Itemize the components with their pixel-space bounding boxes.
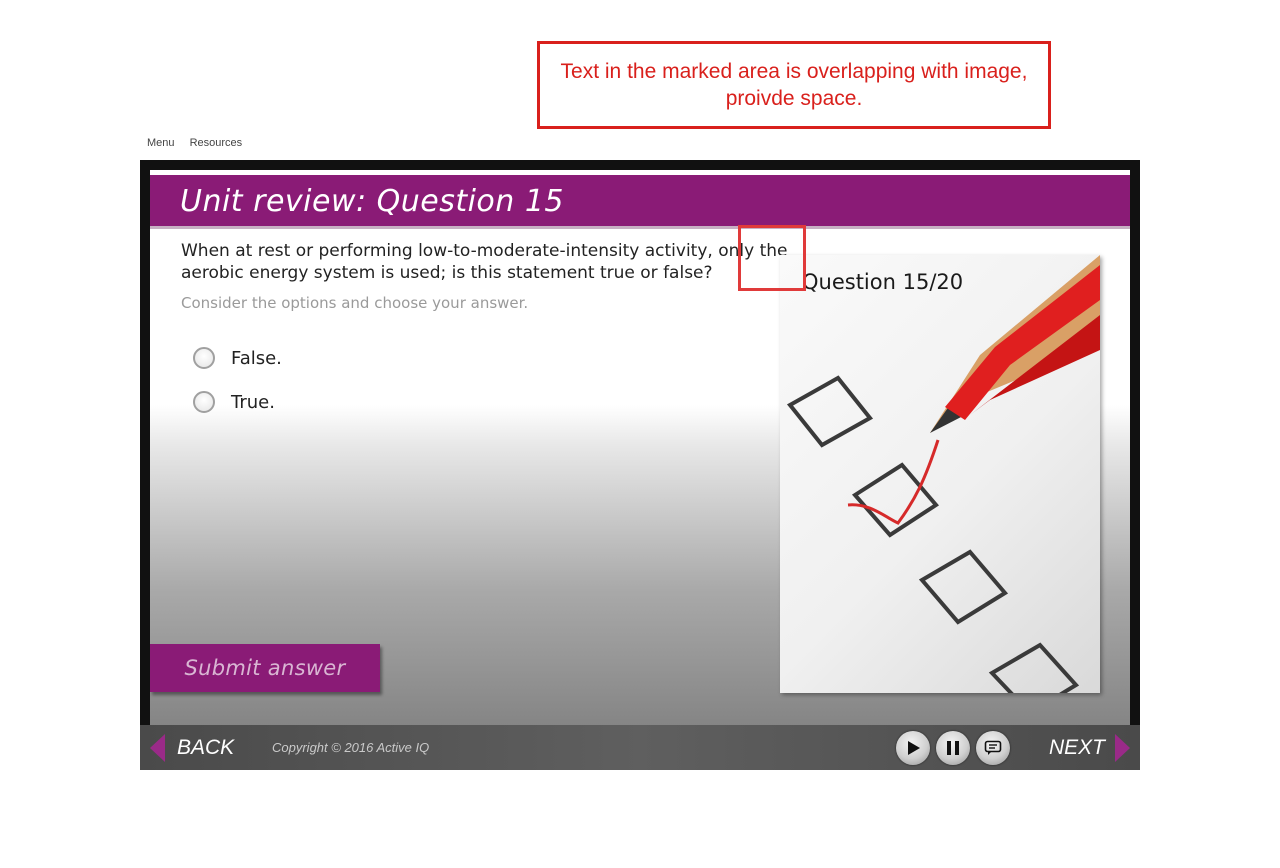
instruction-text: Consider the options and choose your ans… [181,294,529,312]
title-bar: Unit review: Question 15 [150,175,1130,229]
resources-link[interactable]: Resources [190,137,243,149]
slide: Unit review: Question 15 When at rest or… [150,170,1130,725]
question-text: When at rest or performing low-to-modera… [181,241,788,283]
course-player: Unit review: Question 15 When at rest or… [140,160,1140,770]
pencil-checkbox-illustration [786,255,1100,693]
option-false[interactable]: False. [193,347,282,369]
submit-label: Submit answer [184,656,346,680]
page-title: Unit review: Question 15 [180,184,565,219]
back-label: BACK [177,735,235,759]
checklist-pencil-image: Question 15/20 [780,255,1100,693]
pause-button[interactable] [936,731,970,765]
player-footer: BACK Copyright © 2016 Active IQ NEXT [140,725,1140,770]
image-caption: Question 15/20 [802,270,964,294]
captions-button[interactable] [976,731,1010,765]
annotation-text: Text in the marked area is overlapping w… [560,60,1028,110]
radio-button[interactable] [193,347,215,369]
next-label: NEXT [1048,735,1105,759]
submit-answer-button[interactable]: Submit answer [150,644,380,692]
captions-icon [984,740,1002,755]
back-button[interactable]: BACK [150,725,234,770]
next-button[interactable]: NEXT [1049,725,1130,770]
overlap-highlight-marker [738,225,806,291]
menu-link[interactable]: Menu [147,137,175,149]
play-button[interactable] [896,731,930,765]
option-label: False. [231,347,282,369]
radio-button[interactable] [193,391,215,413]
pause-icon [947,741,959,755]
title-underline [150,226,1130,229]
option-true[interactable]: True. [193,391,275,413]
review-annotation: Text in the marked area is overlapping w… [537,41,1051,129]
play-icon [908,741,920,755]
arrow-right-icon [1115,733,1130,762]
option-label: True. [231,391,275,413]
copyright-text: Copyright © 2016 Active IQ [272,740,430,755]
arrow-left-icon [150,733,165,762]
top-nav: Menu Resources [147,137,254,149]
